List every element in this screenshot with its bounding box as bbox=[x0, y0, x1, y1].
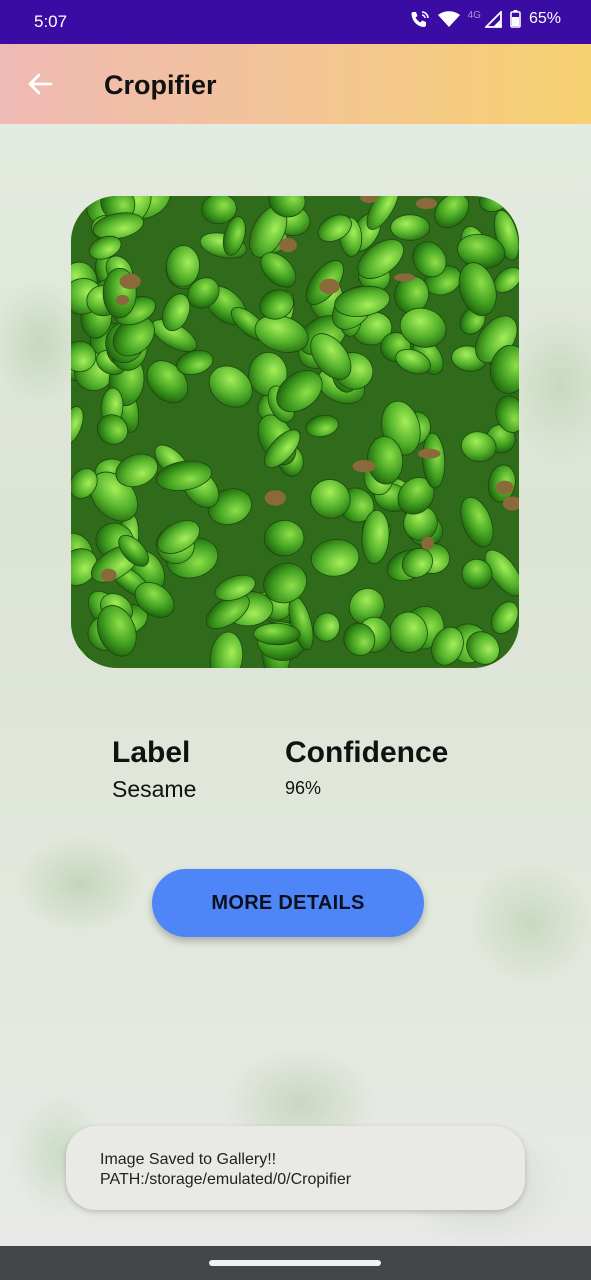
back-button[interactable] bbox=[22, 66, 58, 102]
status-icons: 4G 65% bbox=[410, 10, 561, 28]
toast-message: Image Saved to Gallery!! PATH:/storage/e… bbox=[100, 1151, 352, 1188]
arrow-left-icon bbox=[28, 73, 53, 95]
network-type: 4G bbox=[467, 9, 481, 21]
wifi-icon bbox=[437, 10, 460, 28]
signal-icon bbox=[484, 10, 502, 28]
app-bar: Cropifier bbox=[0, 44, 591, 124]
confidence-block: Confidence 96% bbox=[285, 736, 448, 799]
toast: Image Saved to Gallery!! PATH:/storage/e… bbox=[66, 1126, 525, 1210]
confidence-value: 96% bbox=[285, 778, 322, 798]
status-bar: 5:07 4G 65% bbox=[0, 0, 591, 44]
status-time: 5:07 bbox=[34, 12, 68, 31]
confidence-heading: Confidence bbox=[285, 736, 449, 769]
label-heading: Label bbox=[112, 736, 191, 769]
crop-photo-icon bbox=[71, 196, 519, 668]
more-details-button[interactable]: MORE DETAILS bbox=[152, 869, 424, 937]
label-value: Sesame bbox=[112, 776, 197, 802]
wifi-calling-icon bbox=[410, 10, 430, 28]
app-title: Cropifier bbox=[104, 70, 217, 100]
battery-percent: 65% bbox=[528, 10, 561, 27]
crop-photo bbox=[71, 196, 519, 668]
battery-icon bbox=[510, 10, 521, 28]
navigation-bar bbox=[0, 1246, 591, 1280]
label-block: Label Sesame bbox=[112, 736, 196, 803]
home-gesture-handle[interactable] bbox=[209, 1260, 381, 1266]
